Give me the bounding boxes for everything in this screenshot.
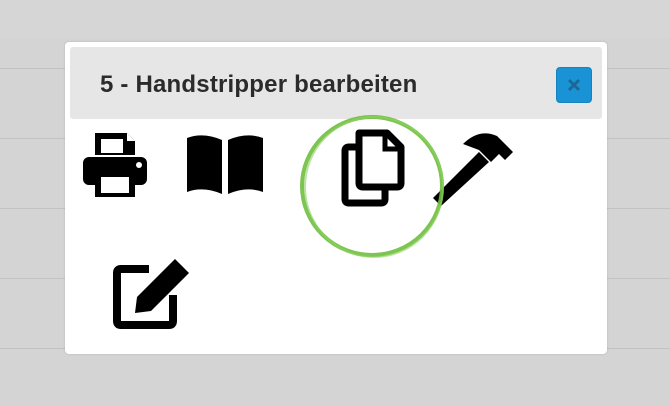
close-button[interactable] xyxy=(556,67,592,103)
manual-button[interactable] xyxy=(180,120,270,210)
edit-dialog: 5 - Handstripper bearbeiten xyxy=(65,42,607,354)
hammer-icon xyxy=(433,133,513,206)
copy-icon xyxy=(341,129,405,207)
print-button[interactable] xyxy=(70,120,160,210)
open-book-icon xyxy=(187,135,263,194)
edit-icon xyxy=(113,259,189,329)
printer-icon xyxy=(83,133,147,197)
repair-button[interactable] xyxy=(427,120,517,210)
dialog-title: 5 - Handstripper bearbeiten xyxy=(100,71,418,98)
close-icon xyxy=(568,79,580,91)
copy-button[interactable] xyxy=(328,122,418,212)
dialog-header: 5 - Handstripper bearbeiten xyxy=(70,47,602,119)
background-top xyxy=(0,0,670,38)
edit-button[interactable] xyxy=(107,248,197,338)
